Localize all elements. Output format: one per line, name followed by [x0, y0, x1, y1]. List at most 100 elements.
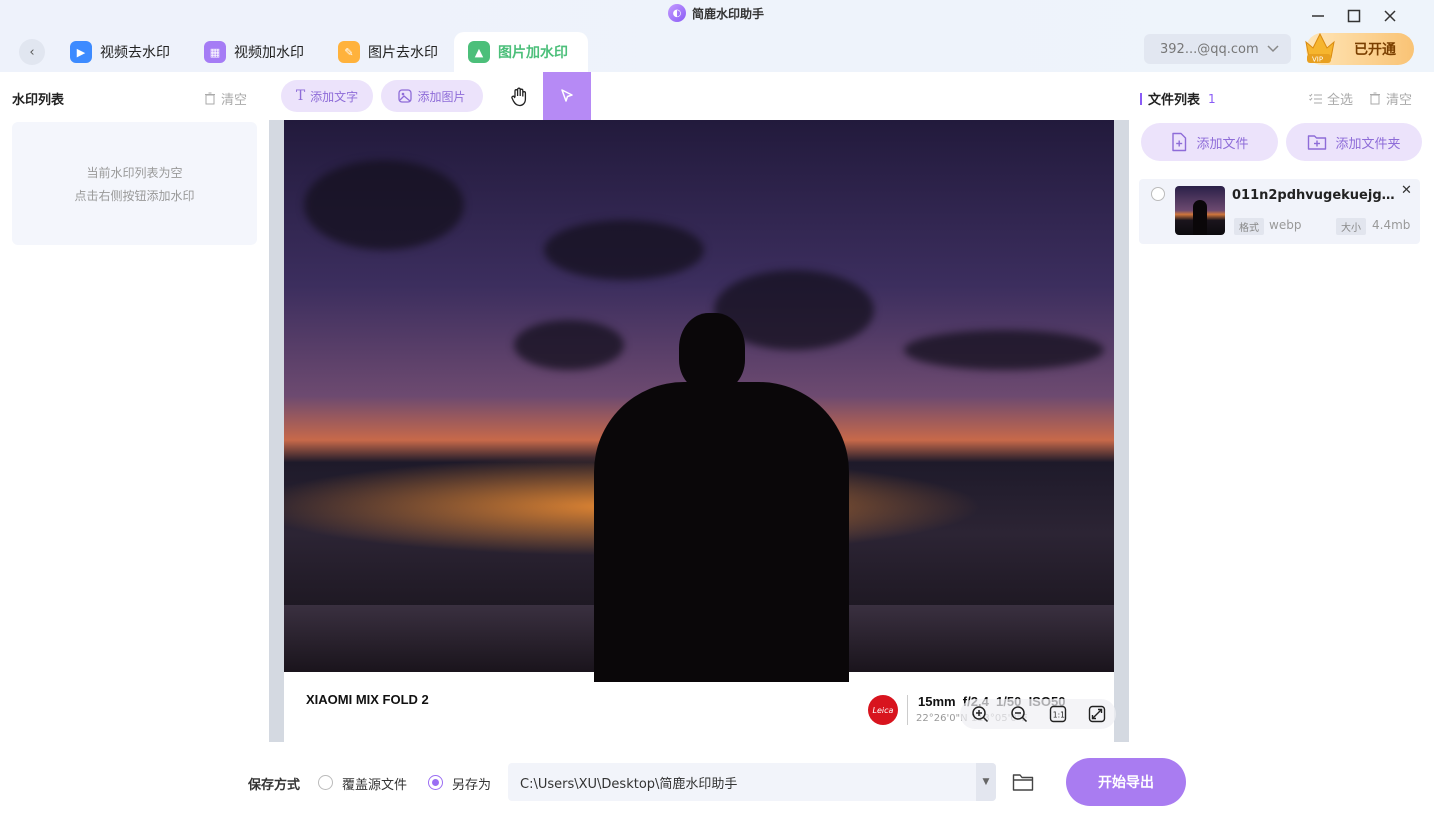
- clear-files-button[interactable]: 清空: [1369, 89, 1412, 108]
- format-tag: 格式: [1234, 218, 1264, 235]
- close-icon: [1384, 10, 1396, 22]
- title-accent-bar: [1140, 92, 1142, 105]
- vip-badge-text: VIP: [1312, 56, 1323, 64]
- file-checkbox[interactable]: [1151, 187, 1165, 201]
- exif-divider: [907, 695, 908, 725]
- tab-video-add-watermark[interactable]: ▦ 视频加水印: [190, 32, 318, 72]
- fit-screen-button[interactable]: [1086, 703, 1108, 725]
- select-all-label: 全选: [1327, 93, 1354, 108]
- app-title: ◐ 简鹿水印助手: [668, 4, 764, 22]
- clear-label: 清空: [1386, 93, 1413, 108]
- caret-down-icon: ▼: [982, 777, 990, 787]
- add-image-label: 添加图片: [417, 89, 466, 104]
- account-email: 392...@qq.com: [1160, 41, 1259, 57]
- tab-image-remove-watermark[interactable]: ✎ 图片去水印: [324, 32, 452, 72]
- minimize-button[interactable]: [1306, 6, 1330, 26]
- save-mode-label: 保存方式: [248, 778, 301, 793]
- tab-video-remove-watermark[interactable]: ▶ 视频去水印: [56, 32, 184, 72]
- hand-icon: [511, 87, 527, 107]
- cursor-icon: [561, 89, 573, 102]
- pan-tool-button[interactable]: [505, 84, 533, 110]
- file-format: webp: [1269, 218, 1302, 232]
- preview-image: XIAOMI MIX FOLD 2 Leica 15mm f/2.4 1/50 …: [284, 120, 1114, 742]
- device-name: XIAOMI MIX FOLD 2: [306, 692, 429, 707]
- add-folder-button[interactable]: 添加文件夹: [1286, 123, 1422, 161]
- vip-label: 已开通: [1354, 42, 1396, 58]
- image-icon: [398, 89, 413, 103]
- output-path-field[interactable]: C:\Users\XU\Desktop\简鹿水印助手: [508, 763, 996, 801]
- path-dropdown-button[interactable]: ▼: [976, 763, 996, 801]
- actual-size-icon: 1:1: [1049, 705, 1066, 723]
- tab-image-add-watermark[interactable]: ▲ 图片加水印: [454, 32, 588, 72]
- chevron-left-icon: ‹: [29, 44, 35, 60]
- leica-logo: Leica: [868, 695, 898, 725]
- file-thumbnail: [1175, 186, 1225, 235]
- add-file-icon: [1172, 132, 1187, 152]
- file-list-label: 文件列表: [1148, 93, 1201, 108]
- app-logo-icon: ◐: [668, 4, 686, 22]
- browse-folder-button[interactable]: [1011, 770, 1035, 794]
- close-window-button[interactable]: [1378, 6, 1402, 26]
- trash-icon: [1370, 92, 1380, 105]
- empty-line-2: 点击右侧按钮添加水印: [74, 188, 195, 203]
- actual-size-text: 1:1: [1052, 711, 1064, 720]
- actual-size-button[interactable]: 1:1: [1047, 703, 1069, 725]
- clear-label: 清空: [221, 93, 248, 108]
- tab-label: 视频去水印: [100, 45, 170, 61]
- select-tool-button[interactable]: [543, 72, 591, 120]
- add-image-button[interactable]: 添加图片: [381, 80, 483, 112]
- close-icon: ✕: [1401, 183, 1412, 198]
- file-list-title: 文件列表 1: [1140, 89, 1216, 108]
- list-check-icon: [1309, 93, 1322, 103]
- add-folder-icon: [1308, 135, 1327, 150]
- zoom-out-icon: [1010, 706, 1027, 723]
- tab-label: 图片去水印: [368, 45, 438, 61]
- image-remove-icon: ✎: [338, 41, 360, 63]
- add-file-label: 添加文件: [1196, 136, 1249, 152]
- add-folder-label: 添加文件夹: [1335, 136, 1401, 152]
- zoom-out-button[interactable]: [1008, 703, 1030, 725]
- select-all-button[interactable]: 全选: [1309, 89, 1353, 108]
- zoom-controls: 1:1: [960, 699, 1116, 729]
- clear-watermarks-button[interactable]: 清空: [204, 89, 247, 108]
- folder-icon: [1012, 774, 1034, 791]
- tab-label: 视频加水印: [234, 45, 304, 61]
- back-button[interactable]: ‹: [19, 39, 45, 65]
- minimize-icon: [1312, 15, 1324, 17]
- size-tag: 大小: [1336, 218, 1366, 235]
- radio-save-as[interactable]: [428, 775, 443, 790]
- file-size: 4.4mb: [1372, 218, 1411, 232]
- maximize-icon: [1347, 9, 1361, 23]
- radio-overwrite[interactable]: [318, 775, 333, 790]
- tab-label: 图片加水印: [498, 45, 568, 61]
- trash-icon: [205, 92, 215, 105]
- video-remove-icon: ▶: [70, 41, 92, 63]
- save-as-label: 另存为: [452, 778, 492, 793]
- file-name: 011n2pdhvugekuejgdem...: [1232, 188, 1402, 203]
- image-add-icon: ▲: [468, 41, 490, 63]
- start-export-button[interactable]: 开始导出: [1066, 758, 1186, 806]
- file-count: 1: [1208, 91, 1216, 106]
- text-icon: T: [295, 88, 306, 104]
- remove-file-button[interactable]: ✕: [1401, 183, 1412, 198]
- vip-crown-icon: VIP: [1303, 28, 1337, 64]
- add-file-button[interactable]: 添加文件: [1141, 123, 1278, 161]
- add-text-label: 添加文字: [310, 89, 359, 104]
- overwrite-label: 覆盖源文件: [342, 778, 408, 793]
- zoom-in-button[interactable]: [969, 703, 991, 725]
- empty-line-1: 当前水印列表为空: [86, 165, 183, 180]
- maximize-button[interactable]: [1342, 6, 1366, 26]
- account-dropdown[interactable]: 392...@qq.com: [1144, 34, 1291, 64]
- output-path: C:\Users\XU\Desktop\简鹿水印助手: [520, 776, 738, 792]
- file-list-item[interactable]: 011n2pdhvugekuejgdem... ✕ 格式 webp 大小 4.4…: [1139, 179, 1420, 244]
- watermark-list-title: 水印列表: [12, 93, 65, 108]
- photo: [284, 120, 1114, 682]
- video-add-icon: ▦: [204, 41, 226, 63]
- watermark-empty-state: 当前水印列表为空 点击右侧按钮添加水印: [12, 122, 257, 245]
- add-text-button[interactable]: T 添加文字: [281, 80, 373, 112]
- chevron-down-icon: [1267, 45, 1279, 53]
- export-label: 开始导出: [1098, 775, 1154, 791]
- expand-icon: [1088, 705, 1105, 723]
- app-title-text: 简鹿水印助手: [692, 6, 765, 21]
- zoom-in-icon: [971, 706, 988, 723]
